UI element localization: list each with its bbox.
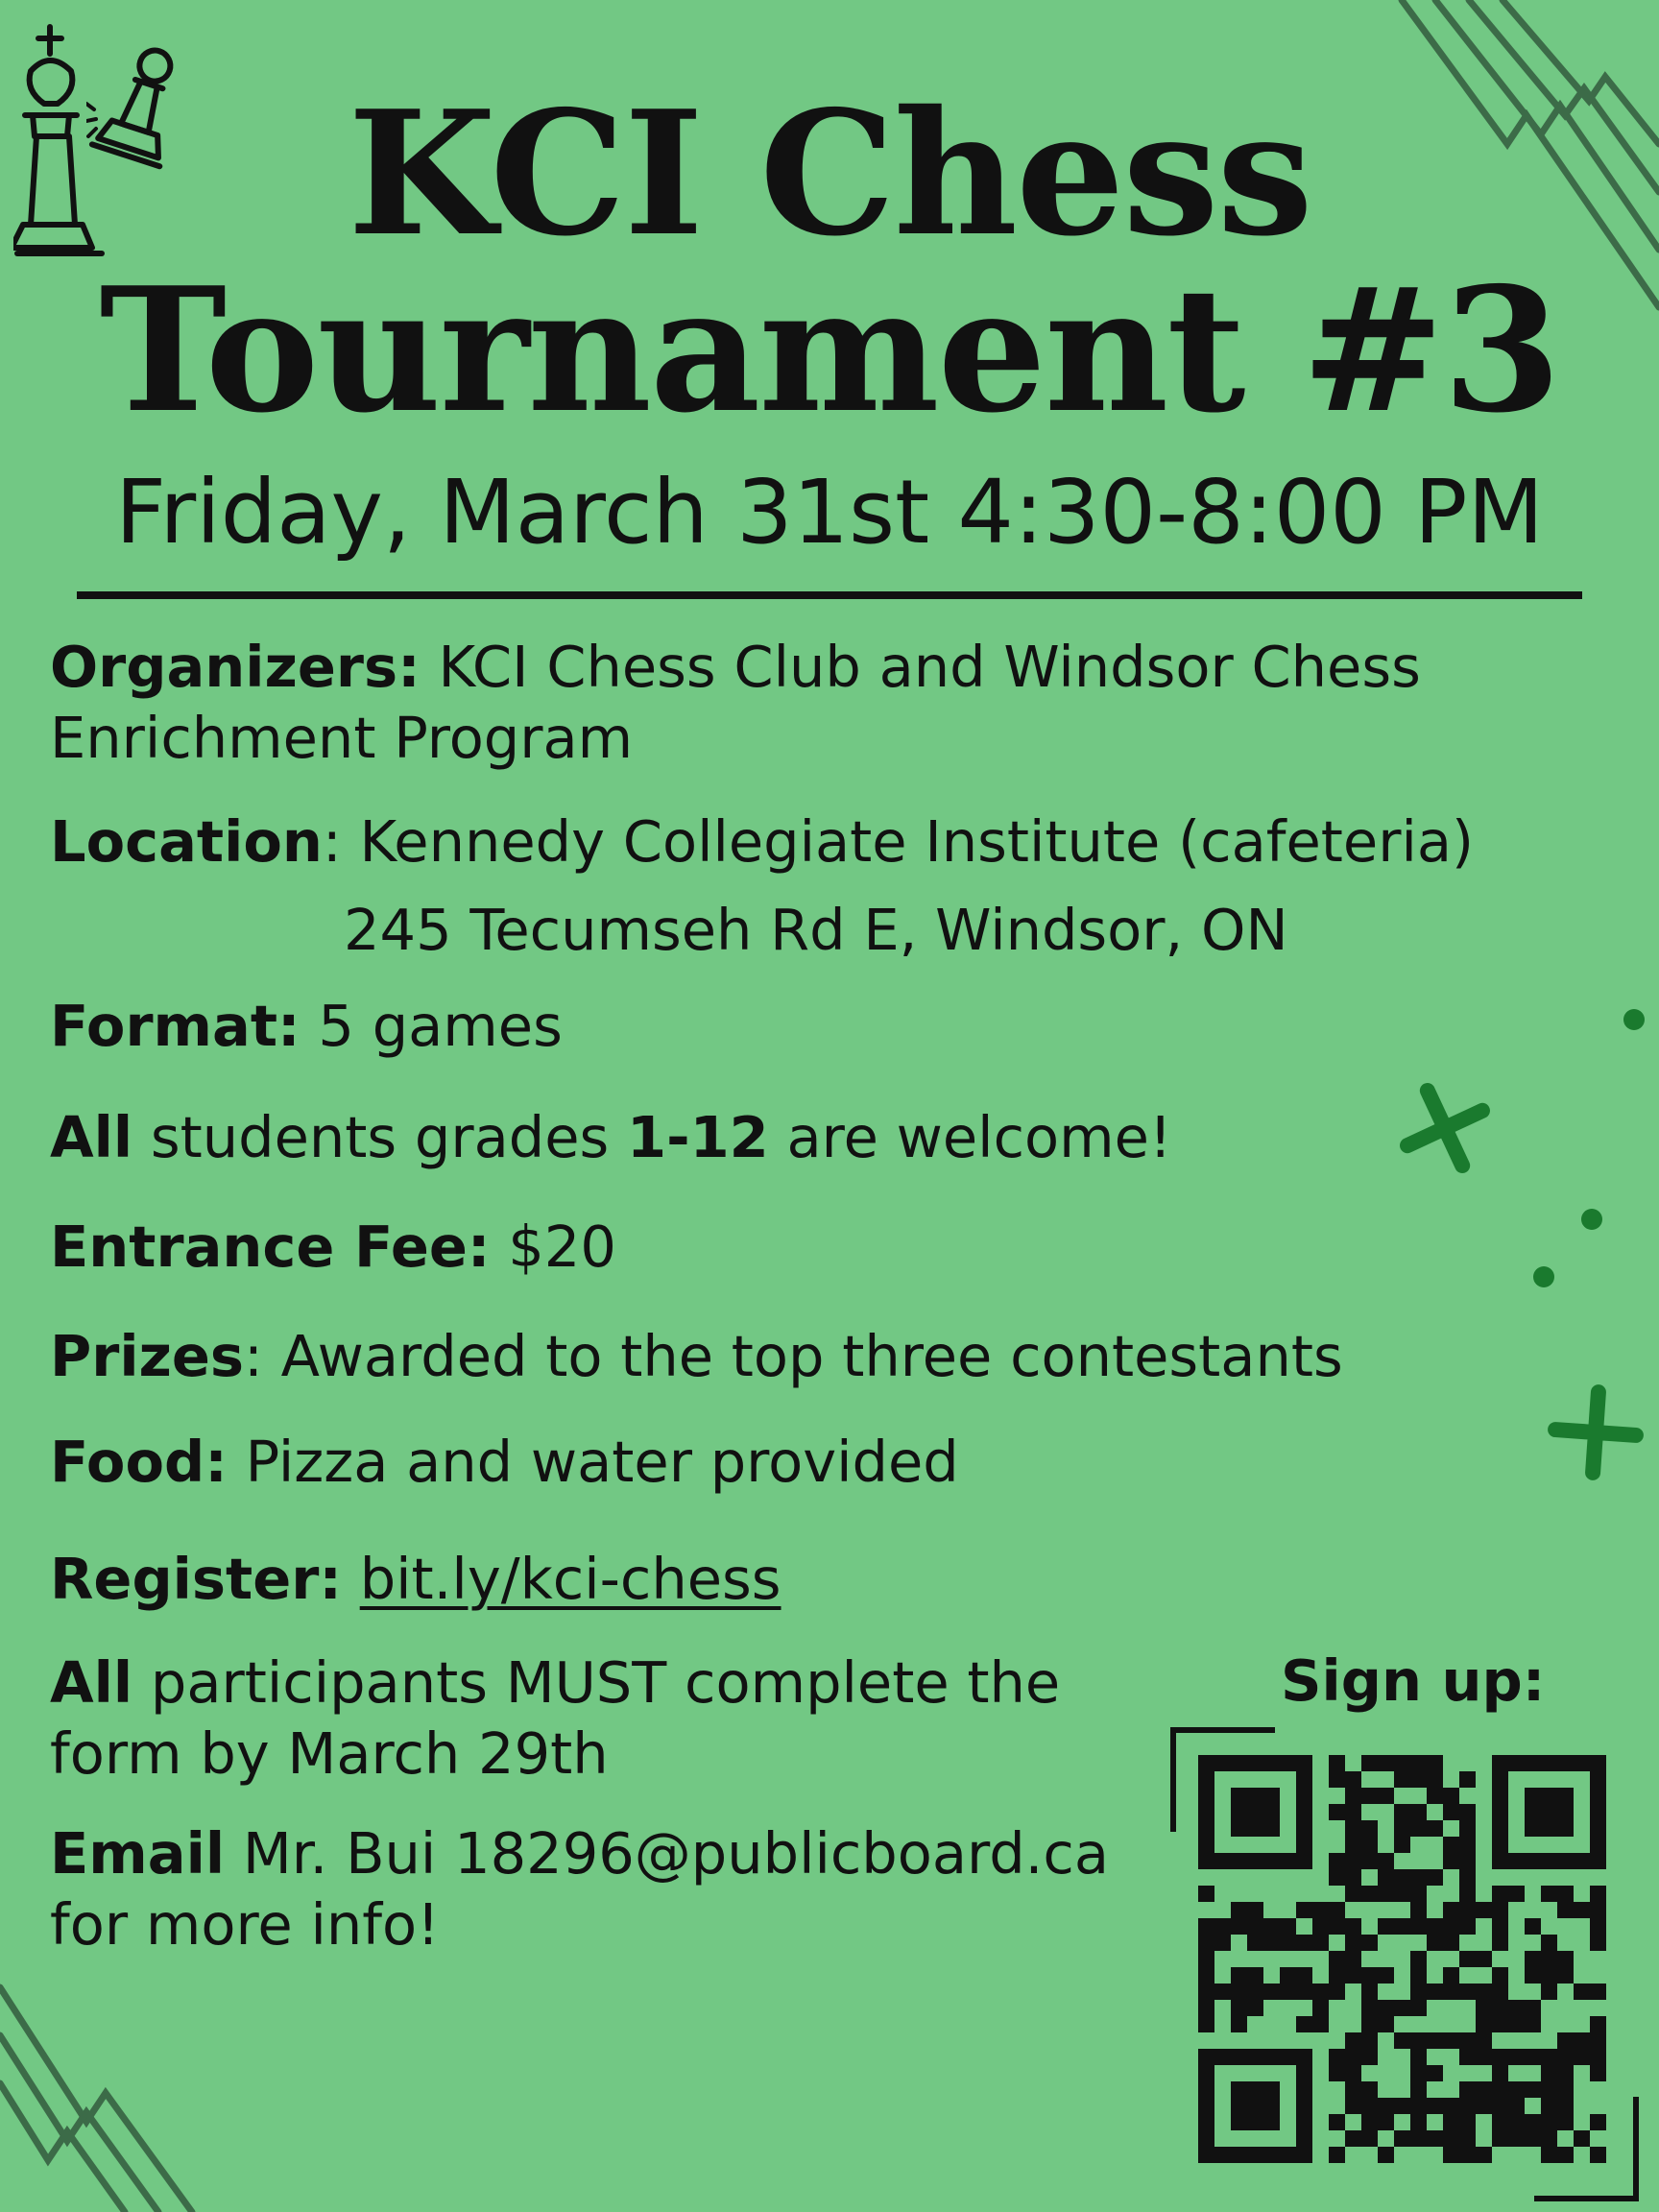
deadline-text-2: form by March 29th	[50, 1720, 609, 1787]
location-label: Location	[50, 808, 323, 875]
title-line-2: Tournament #3	[99, 250, 1562, 450]
prizes-label: Prizes	[50, 1323, 245, 1389]
register: Register: bit.ly/kci-chess	[50, 1544, 1605, 1615]
email-info: Email Mr. Bui 18296@publicboard.ca for m…	[50, 1818, 1135, 1960]
location-text: : Kennedy Collegiate Institute (cafeteri…	[322, 808, 1475, 875]
food-text: Pizza and water provided	[245, 1429, 959, 1495]
format-text: 5 games	[318, 993, 563, 1059]
welcome-line: All students grades 1-12 are welcome!	[50, 1102, 1605, 1173]
prizes: Prizes: Awarded to the top three contest…	[50, 1321, 1605, 1392]
divider	[77, 591, 1582, 599]
format-label: Format:	[50, 993, 301, 1059]
format: Format: 5 games	[50, 991, 1605, 1062]
organizers: Organizers: KCI Chess Club and Windsor C…	[50, 632, 1605, 774]
fee-text: $20	[508, 1214, 616, 1280]
deadline: All participants MUST complete the form …	[50, 1647, 1135, 1790]
organizers-text-2: Enrichment Program	[50, 705, 634, 771]
email-text: Mr. Bui 18296@publicboard.ca	[242, 1820, 1110, 1887]
food-label: Food:	[50, 1429, 228, 1495]
location: Location: Kennedy Collegiate Institute (…	[50, 806, 1605, 878]
organizers-label: Organizers:	[50, 634, 421, 700]
organizers-text: KCI Chess Club and Windsor Chess	[438, 634, 1421, 700]
dot-icon	[1623, 1009, 1645, 1030]
poster: KCI Chess Tournament #3 Friday, March 31…	[0, 0, 1659, 2212]
qr-code[interactable]	[1169, 1726, 1640, 2202]
fee-label: Entrance Fee:	[50, 1214, 491, 1280]
email-text-2: for more info!	[50, 1891, 440, 1958]
location-address: 245 Tecumseh Rd E, Windsor, ON	[344, 897, 1288, 963]
diagonal-stripes-bottom-left	[0, 1984, 196, 2212]
register-link[interactable]: bit.ly/kci-chess	[360, 1546, 781, 1612]
email-bold: Email	[50, 1820, 226, 1887]
deadline-text: participants MUST complete the	[150, 1649, 1061, 1716]
deadline-bold: All	[50, 1649, 133, 1716]
signup-label: Sign up:	[1281, 1647, 1546, 1714]
prizes-text: : Awarded to the top three contestants	[244, 1323, 1343, 1389]
welcome-bold-2: 1-12	[627, 1104, 769, 1170]
food: Food: Pizza and water provided	[50, 1427, 1605, 1498]
welcome-text-1: students grades	[150, 1104, 610, 1170]
event-date-time: Friday, March 31st 4:30-8:00 PM	[115, 461, 1544, 564]
entrance-fee: Entrance Fee: $20	[50, 1212, 1605, 1283]
register-label: Register:	[50, 1546, 342, 1612]
welcome-bold-1: All	[50, 1104, 133, 1170]
title-line-1: KCI Chess	[348, 73, 1313, 274]
welcome-text-2: are welcome!	[786, 1104, 1172, 1170]
